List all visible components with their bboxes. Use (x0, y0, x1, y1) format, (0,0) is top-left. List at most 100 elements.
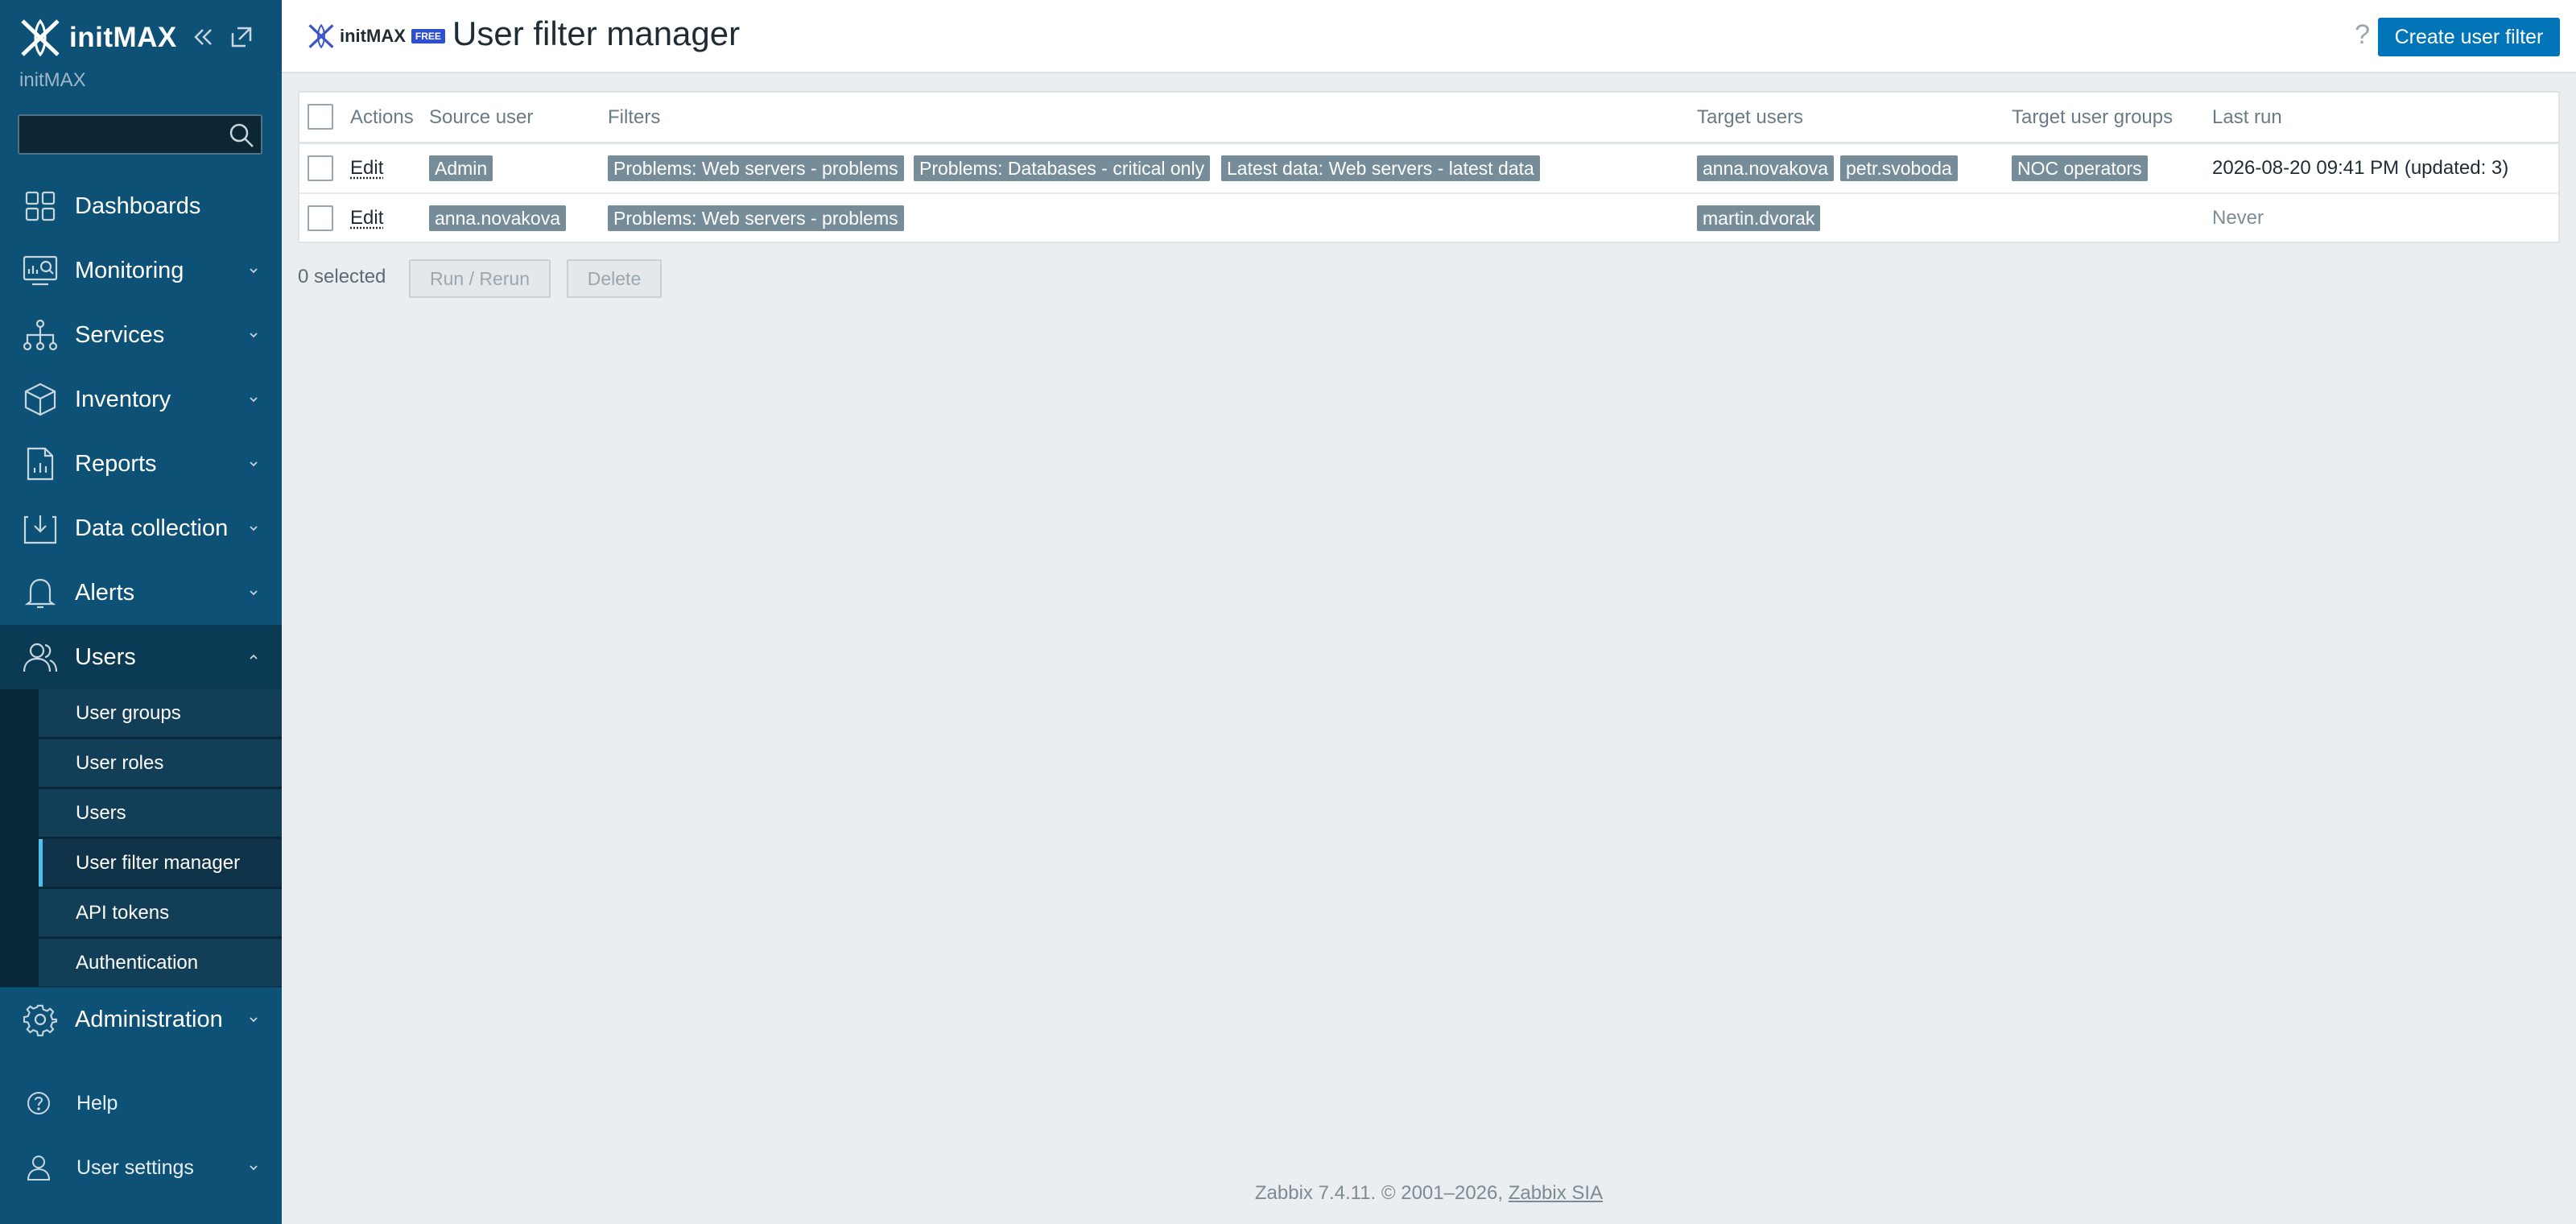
search-icon[interactable] (227, 121, 256, 150)
help-icon[interactable]: ? (2355, 19, 2370, 51)
last-run-value: Never (2212, 207, 2264, 229)
selected-count: 0 selected (298, 266, 386, 287)
row-checkbox[interactable] (308, 155, 333, 181)
select-all-checkbox[interactable] (308, 104, 333, 130)
sidebar-item-label: Help (76, 1091, 118, 1114)
dashboards-icon (23, 188, 58, 224)
sidebar-item-label: Dashboards (75, 192, 201, 219)
free-badge: FREE (411, 29, 445, 43)
zabbix-sia-link[interactable]: Zabbix SIA (1509, 1182, 1603, 1204)
edit-link[interactable]: Edit (350, 207, 383, 229)
source-user-tag: anna.novakova (429, 205, 567, 231)
sidebar-item-dashboards[interactable]: Dashboards (0, 174, 282, 238)
column-header-last-run[interactable]: Last run (2212, 93, 2282, 142)
sidebar-item-data-collection[interactable]: Data collection (0, 496, 282, 560)
run-rerun-button[interactable]: Run / Rerun (409, 259, 551, 298)
sidebar-item-label: Administration (75, 1006, 223, 1032)
page-header: initMAX FREE User filter manager ? Creat… (282, 0, 2576, 73)
target-user-tag: anna.novakova (1697, 155, 1835, 181)
user-filters-table: Actions Source user Filters Target users… (298, 91, 2560, 243)
submenu-item-users[interactable]: Users (39, 789, 282, 837)
inventory-box-icon (23, 382, 58, 417)
submenu-item-label: API tokens (76, 901, 170, 924)
initmax-logo-icon (21, 19, 60, 57)
column-header-source-user[interactable]: Source user (429, 93, 533, 142)
source-user-tag: Admin (429, 155, 493, 181)
chevron-down-icon (250, 333, 258, 338)
brand-name: initMAX (69, 22, 177, 53)
services-icon (23, 317, 58, 353)
submenu-item-user-filter-manager[interactable]: User filter manager (39, 839, 282, 887)
sidebar-item-administration[interactable]: Administration (0, 987, 282, 1052)
sidebar-item-label: Services (75, 321, 165, 348)
sidebar-item-label: Monitoring (75, 257, 184, 283)
target-user-tag: petr.svoboda (1840, 155, 1958, 181)
initmax-logo-icon (308, 23, 334, 49)
column-header-actions: Actions (350, 105, 414, 128)
filter-tag: Problems: Web servers - problems (608, 155, 904, 181)
sidebar-item-monitoring[interactable]: Monitoring (0, 238, 282, 303)
filter-tag: Problems: Web servers - problems (608, 205, 904, 231)
target-user-group-tag: NOC operators (2012, 155, 2148, 181)
create-user-filter-button[interactable]: Create user filter (2378, 18, 2560, 56)
sidebar-item-services[interactable]: Services (0, 303, 282, 367)
submenu-item-api-tokens[interactable]: API tokens (39, 889, 282, 937)
footer: Zabbix 7.4.11. © 2001–2026, Zabbix SIA (282, 1182, 2576, 1205)
reports-icon (23, 446, 58, 482)
users-submenu: User groups User roles Users User filter… (0, 689, 282, 987)
sidebar-item-users[interactable]: Users (0, 625, 282, 689)
chevron-down-icon (250, 1017, 258, 1023)
sidebar: initMAX initMAX Dashboards Monitoring Se… (0, 0, 282, 1224)
submenu-item-user-groups[interactable]: User groups (39, 689, 282, 737)
sidebar-item-label: Reports (75, 450, 157, 477)
submenu-item-label: Authentication (76, 951, 199, 974)
column-header-target-users: Target users (1697, 105, 1804, 128)
help-circle-icon (23, 1087, 55, 1119)
delete-button[interactable]: Delete (567, 259, 662, 298)
chevron-down-icon (250, 526, 258, 531)
bell-icon (23, 575, 58, 610)
kiosk-mode-icon[interactable] (227, 23, 256, 52)
collapse-sidebar-icon[interactable] (188, 23, 217, 52)
submenu-item-authentication[interactable]: Authentication (39, 939, 282, 986)
footer-text: Zabbix 7.4.11. © 2001–2026, (1254, 1182, 1509, 1204)
sidebar-item-reports[interactable]: Reports (0, 432, 282, 496)
table-header-divider (299, 142, 2558, 144)
brand-logo[interactable]: initMAX (19, 18, 177, 58)
sidebar-item-label: Users (75, 643, 136, 670)
sidebar-item-help[interactable]: Help (0, 1075, 282, 1131)
submenu-item-label: User groups (76, 701, 181, 724)
row-checkbox[interactable] (308, 205, 333, 231)
submenu-item-user-roles[interactable]: User roles (39, 739, 282, 787)
chevron-down-icon (250, 397, 258, 403)
logo-text: initMAX (340, 26, 406, 46)
sidebar-item-user-settings[interactable]: User settings (0, 1139, 282, 1196)
sidebar-item-inventory[interactable]: Inventory (0, 367, 282, 432)
monitoring-icon (23, 253, 58, 288)
submenu-item-label: User roles (76, 751, 164, 774)
page-title: User filter manager (452, 14, 741, 52)
target-user-tag: martin.dvorak (1697, 205, 1821, 231)
users-icon (23, 639, 58, 675)
gear-icon (23, 1002, 58, 1037)
chevron-down-icon (250, 590, 258, 596)
sidebar-item-label: Alerts (75, 579, 135, 606)
sidebar-search-input[interactable] (18, 114, 262, 155)
submenu-item-label: Users (76, 801, 126, 824)
last-run-value: 2026-08-20 09:41 PM (updated: 3) (2212, 157, 2509, 179)
user-icon (23, 1152, 55, 1184)
sidebar-item-alerts[interactable]: Alerts (0, 560, 282, 625)
sidebar-item-label: Data collection (75, 515, 229, 541)
edit-link[interactable]: Edit (350, 157, 383, 180)
filter-tag: Problems: Databases - critical only (914, 155, 1211, 181)
chevron-up-icon (250, 654, 258, 660)
submenu-item-label: User filter manager (76, 851, 241, 874)
chevron-down-icon (250, 268, 258, 274)
column-header-filters: Filters (608, 105, 661, 128)
column-header-target-user-groups: Target user groups (2012, 105, 2174, 128)
initmax-free-logo: initMAX FREE (308, 23, 445, 50)
chevron-down-icon (250, 1165, 258, 1171)
sidebar-item-label: User settings (76, 1156, 194, 1179)
data-collection-icon (23, 511, 58, 546)
server-name: initMAX (19, 69, 86, 91)
